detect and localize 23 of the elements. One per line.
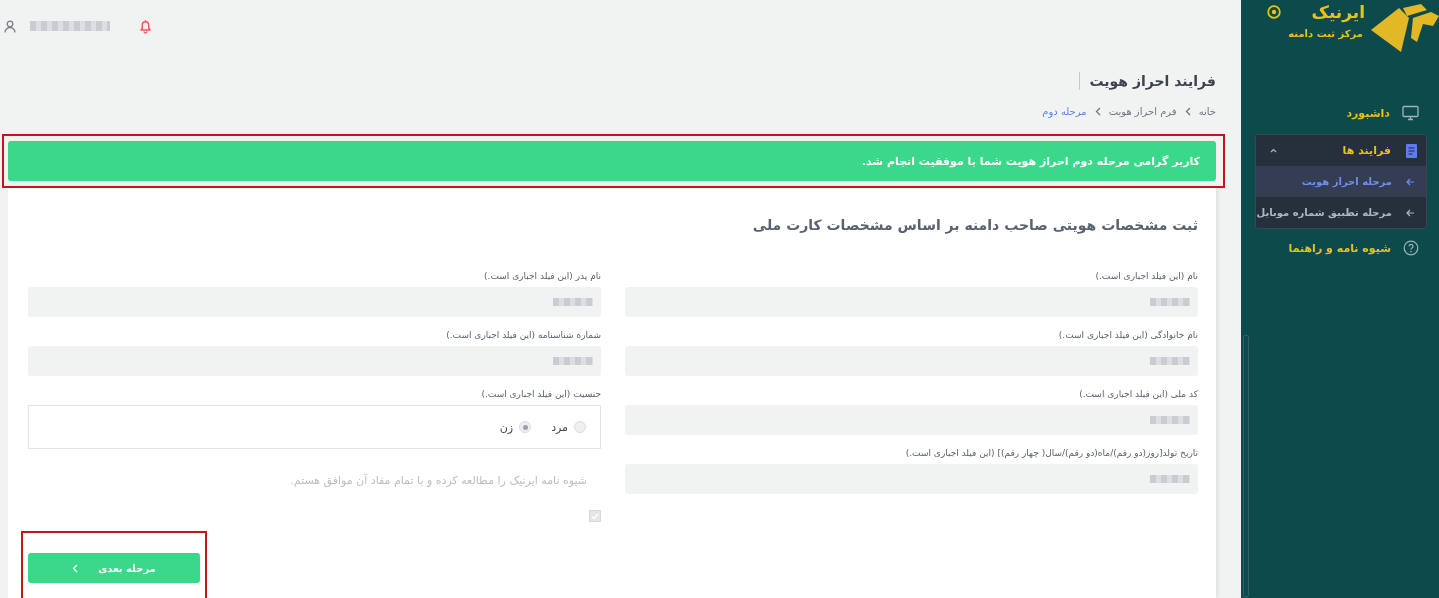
radio-option[interactable]: مرد [551,420,586,434]
brand-subtitle: مرکز ثبت دامنه [1288,28,1363,39]
field-label: شماره شناسنامه (این فیلد اجباری است.) [445,330,601,342]
breadcrumb-link[interactable]: فرم احراز هویت [1108,106,1177,117]
menu-item[interactable]: فرایند ها [1256,135,1426,166]
success-alert: کاربر گرامی مرحله دوم احراز هویت شما با موفقیت انجام شد. [8,141,1216,181]
field-label: نام خانوادگی (این فیلد اجباری است.) [1057,330,1198,342]
agreement-text: شیوه نامه ایرنیک را مطالعه کرده و با تمام مفاد آن موافق هستم. [289,474,587,487]
submenu-item[interactable]: مرحله تطبیق شماره موبایل [1256,197,1426,228]
field-label: کد ملی (این فیلد اجباری است.) [1078,389,1198,401]
field-label: تاریخ تولد[روز(دو رقم)/ماه(دو رقم)/سال( چهار رقم)] (این فیلد اجباری است.) [904,448,1198,460]
field-label: جنسیت (این فیلد اجباری است.) [480,389,601,401]
menu-item[interactable]: داشبورد [1255,102,1427,124]
breadcrumb-link[interactable]: خانه [1198,106,1216,117]
submenu-item[interactable]: مرحله احراز هویت [1256,166,1426,197]
page-title: فرایند احراز هویت [1089,73,1216,89]
menu-item[interactable]: شیوه نامه و راهنما [1255,237,1427,259]
form-heading: ثبت مشخصات هویتی صاحب دامنه بر اساس مشخصات کارت ملی [751,217,1198,233]
field-label: نام پدر (این فیلد اجباری است.) [483,271,601,283]
breadcrumb-link[interactable]: مرحله دوم [1042,106,1087,117]
radio-option[interactable]: زن [499,420,532,434]
brand-name: ایرنیک [1311,2,1365,22]
field-label: نام (این فیلد اجباری است.) [1094,271,1198,283]
